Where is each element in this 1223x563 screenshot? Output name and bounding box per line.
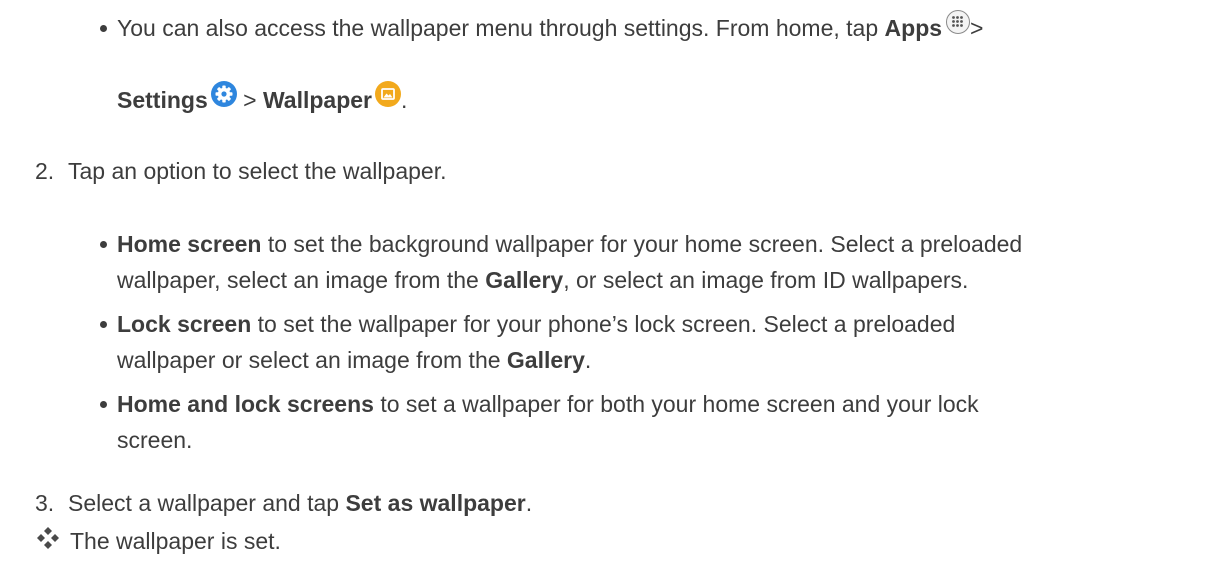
period: .	[401, 87, 408, 113]
option-both-line-2: screen.	[117, 427, 193, 453]
option-home-line-2: wallpaper, select an image from the Gall…	[117, 266, 968, 294]
step-text: Tap an option to select the wallpaper.	[68, 158, 447, 184]
apps-label: Apps	[884, 15, 943, 41]
separator: >	[970, 15, 984, 41]
bullet-dot	[100, 241, 107, 248]
apps-grid-icon	[946, 9, 971, 34]
option-desc: wallpaper, select an image from the	[117, 267, 486, 293]
step-text-pre: Select a wallpaper and tap	[68, 490, 346, 516]
option-desc: wallpaper or select an image from the	[117, 347, 507, 373]
intro-line-1: You can also access the wallpaper menu t…	[117, 9, 984, 42]
option-title: Home and lock screens	[117, 391, 374, 417]
bullet-dot	[100, 25, 107, 32]
option-desc: to set the wallpaper for your phone’s lo…	[251, 311, 956, 337]
period: .	[525, 490, 533, 516]
bullet-dot	[100, 321, 107, 328]
step-number: 3.	[35, 490, 55, 516]
gallery-label: Gallery	[485, 267, 564, 293]
wallpaper-label: Wallpaper	[262, 87, 373, 113]
option-lock-line-2: wallpaper or select an image from the Ga…	[117, 346, 591, 374]
four-diamond-icon	[37, 527, 59, 549]
option-desc: to set the background wallpaper for your…	[261, 231, 1023, 257]
image-icon	[375, 80, 402, 107]
option-title: Lock screen	[117, 311, 252, 337]
option-home-line-1: Home screen to set the background wallpa…	[117, 230, 1022, 258]
settings-label: Settings	[117, 87, 208, 113]
option-lock-line-1: Lock screen to set the wallpaper for you…	[117, 310, 955, 338]
intro-line-2: Settings > Wallpaper.	[117, 80, 408, 115]
step-number: 2.	[35, 158, 55, 184]
separator: >	[236, 87, 263, 113]
option-both-line-1: Home and lock screens to set a wallpaper…	[117, 390, 979, 418]
intro-text: You can also access the wallpaper menu t…	[117, 15, 885, 41]
step-text: Select a wallpaper and tap Set as wallpa…	[68, 489, 532, 517]
option-desc: , or select an image from ID wallpapers.	[563, 267, 969, 293]
option-desc: to set a wallpaper for both your home sc…	[373, 391, 979, 417]
option-title: Home screen	[117, 231, 262, 257]
bullet-dot	[100, 401, 107, 408]
gallery-label: Gallery	[506, 347, 585, 373]
gear-icon	[210, 80, 237, 107]
result-text: The wallpaper is set.	[70, 528, 281, 554]
option-desc: .	[584, 347, 592, 373]
set-as-wallpaper-label: Set as wallpaper	[345, 490, 526, 516]
